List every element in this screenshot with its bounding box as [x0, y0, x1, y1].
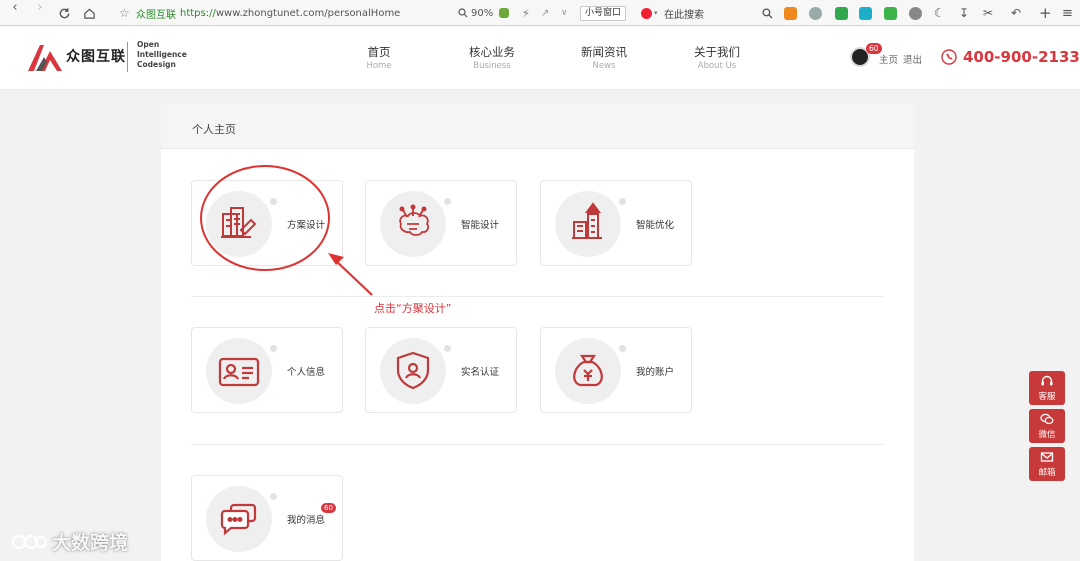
zoom-level: 90%: [471, 7, 494, 19]
browser-search-input[interactable]: 在此搜索: [664, 0, 704, 26]
address-bar[interactable]: https://www.zhongtunet.com/personalHome: [180, 0, 400, 26]
zoom-indicator[interactable]: 90%: [458, 0, 493, 26]
section-divider: [191, 444, 884, 445]
scissors-icon[interactable]: ✂: [983, 0, 993, 26]
lightning-icon[interactable]: ⚡: [522, 0, 530, 26]
teal-extension-icon[interactable]: [859, 0, 872, 26]
logo-divider: [127, 42, 128, 72]
panel-header: [161, 104, 914, 149]
card-smart-design[interactable]: 智能设计: [365, 180, 517, 266]
watermark-text: 大数跨境: [52, 532, 129, 554]
card-real-name-auth[interactable]: 实名认证: [365, 327, 517, 413]
logout-link[interactable]: 退出: [903, 52, 922, 66]
id-card-icon: [218, 357, 260, 387]
nav-business[interactable]: 核心业务 Business: [452, 44, 532, 71]
forward-icon[interactable]: ›: [33, 0, 47, 15]
side-button-label: 客服: [1038, 392, 1056, 402]
nav-home[interactable]: 首页 Home: [339, 44, 419, 71]
logo-text: 众图互联: [66, 49, 126, 65]
site-name: 众图互联: [136, 9, 176, 21]
annotation-text: 点击“方聚设计”: [374, 302, 452, 315]
home-link[interactable]: 主页: [879, 52, 898, 66]
menu-icon[interactable]: ≡: [1062, 0, 1073, 26]
page-title: 个人主页: [192, 123, 236, 136]
card-label: 我的账户: [636, 367, 675, 378]
site-header: 众图互联 Open Intelligence Codesign 首页 Home …: [0, 27, 1080, 90]
card-label: 我的消息: [287, 515, 326, 526]
wechat-button[interactable]: 微信: [1029, 409, 1065, 443]
side-button-label: 邮箱: [1038, 468, 1056, 478]
card-my-account[interactable]: 我的账户: [540, 327, 692, 413]
reader-icon[interactable]: [499, 0, 509, 26]
undo-icon[interactable]: ↶: [1011, 0, 1021, 26]
search-icon[interactable]: [762, 0, 773, 26]
watermark-logo-icon: [11, 534, 48, 549]
zoom-icon: [458, 8, 468, 18]
moon-icon[interactable]: ☾: [934, 0, 945, 26]
highlight-circle: [200, 165, 330, 271]
adblock-extension-icon[interactable]: [909, 0, 922, 26]
nav-about[interactable]: 关于我们 About Us: [677, 44, 757, 71]
section-divider: [191, 296, 884, 297]
phone-icon: [941, 49, 957, 69]
url-scheme: https://: [180, 7, 216, 19]
game-extension-icon[interactable]: [784, 0, 797, 26]
mail-icon: [1040, 452, 1054, 462]
wechat-icon: [1040, 413, 1054, 425]
email-button[interactable]: 邮箱: [1029, 447, 1065, 481]
customer-service-button[interactable]: 客服: [1029, 371, 1065, 405]
card-label: 实名认证: [461, 367, 500, 378]
phone-number: 400-900-2133: [963, 48, 1080, 66]
side-button-label: 微信: [1038, 430, 1056, 440]
headset-icon: [1041, 375, 1053, 386]
download-icon[interactable]: ↧: [959, 0, 969, 26]
reload-icon[interactable]: [58, 0, 71, 26]
back-icon[interactable]: ‹: [8, 0, 22, 15]
shield-check-icon: [396, 351, 430, 390]
chat-bubbles-icon: [220, 503, 257, 536]
browser-toolbar: ‹ › ☆ 众图互联 https://www.zhongtunet.com/pe…: [0, 0, 1080, 26]
logo-tagline: Open Intelligence Codesign: [137, 40, 187, 69]
card-personal-info[interactable]: 个人信息: [191, 327, 343, 413]
message-count-badge: 60: [321, 503, 336, 513]
star-icon[interactable]: ☆: [119, 0, 130, 26]
card-smart-optimize[interactable]: 智能优化: [540, 180, 692, 266]
wechat-extension-icon[interactable]: [884, 0, 897, 26]
card-label: 智能设计: [461, 220, 500, 231]
money-bag-icon: [573, 354, 603, 387]
card-label: 智能优化: [636, 220, 675, 231]
card-my-messages[interactable]: 我的消息 60: [191, 475, 343, 561]
url-path: www.zhongtunet.com/personalHome: [215, 7, 401, 19]
building-growth-icon: [572, 202, 602, 239]
card-label: 个人信息: [287, 367, 326, 378]
brain-circuit-icon: [399, 204, 430, 236]
watermark: 大数跨境: [10, 528, 128, 555]
arrow-icon: [328, 253, 373, 296]
bike-extension-icon[interactable]: [809, 0, 822, 26]
share-icon[interactable]: ↗: [541, 0, 549, 26]
green-extension-icon[interactable]: [835, 0, 848, 26]
home-icon[interactable]: [83, 0, 96, 26]
chevron-down-icon[interactable]: ∨: [561, 0, 568, 26]
nav-news[interactable]: 新闻资讯 News: [564, 44, 644, 71]
new-tab-icon[interactable]: +: [1039, 0, 1052, 26]
small-window-label: 小号窗口: [580, 5, 627, 21]
logo-icon[interactable]: [26, 41, 64, 77]
search-engine-icon[interactable]: ▾: [641, 0, 658, 26]
small-window-button[interactable]: 小号窗口: [580, 0, 627, 26]
